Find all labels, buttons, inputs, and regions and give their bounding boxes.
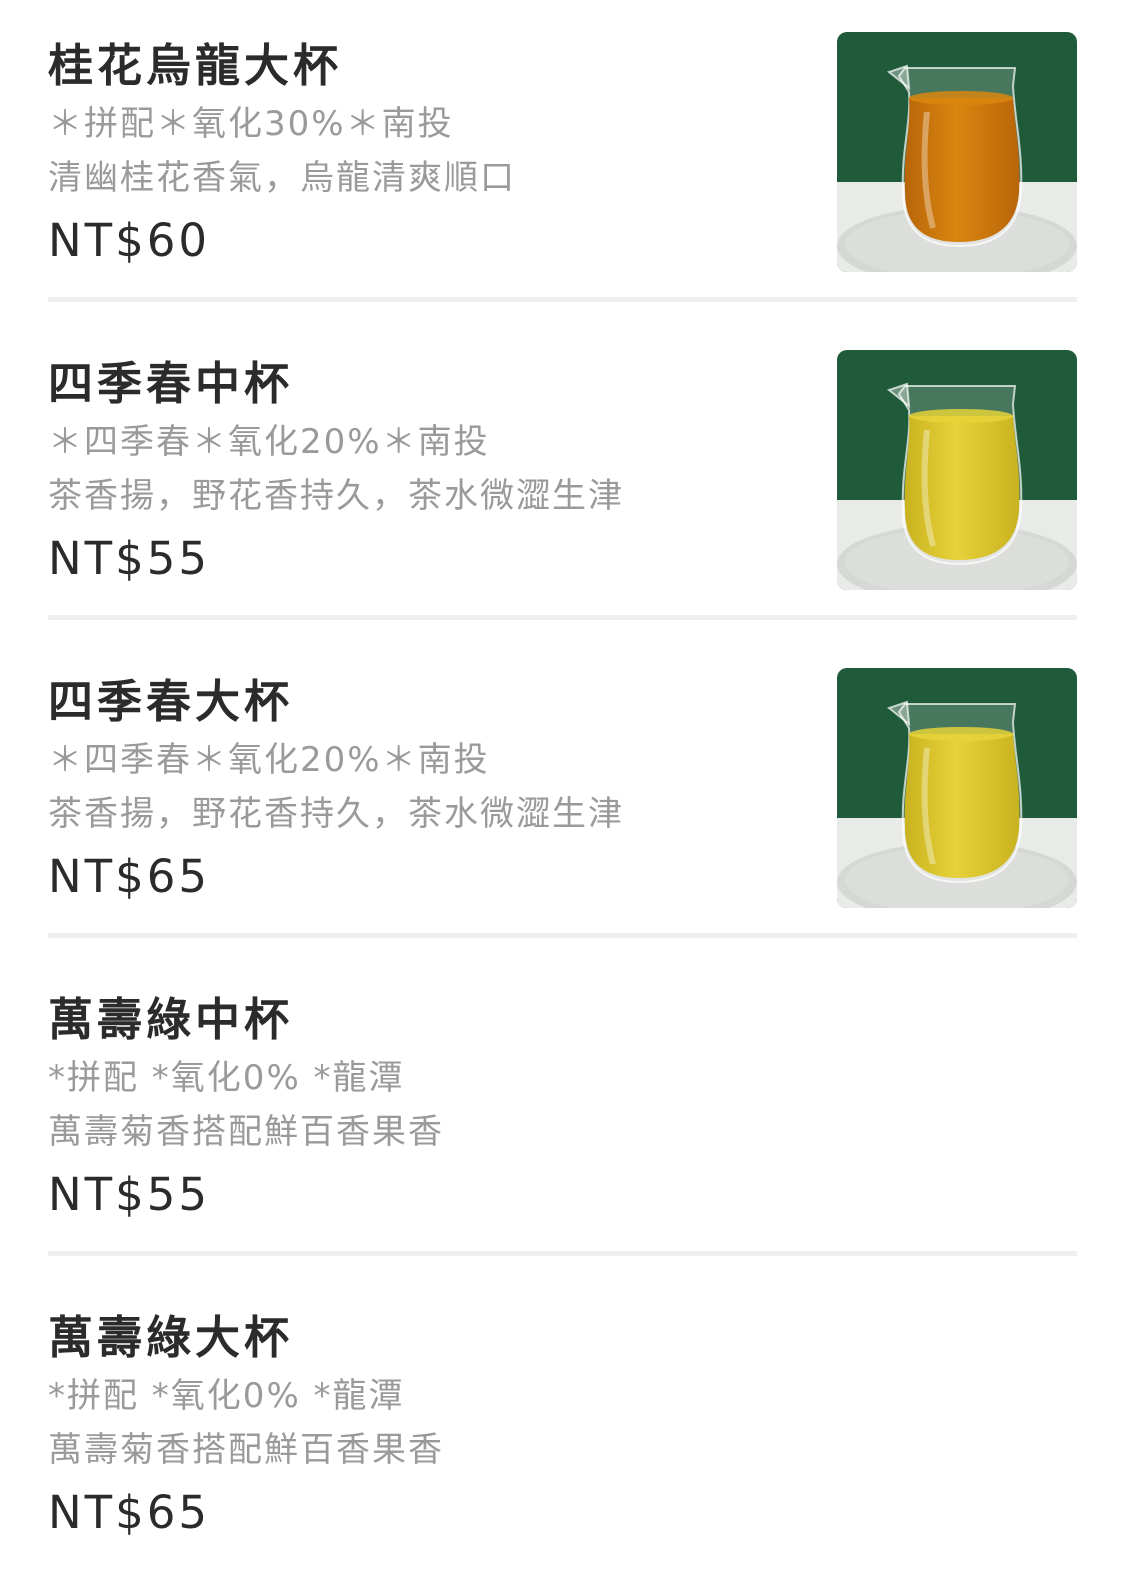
menu-item-name: 萬壽綠大杯: [48, 1311, 294, 1364]
menu-item-text: 四季春中杯 ＊四季春＊氧化20%＊南投 茶香揚，野花香持久，茶水微澀生津 NT$…: [48, 354, 808, 590]
menu-item-description: 萬壽菊香搭配鮮百香果香: [48, 1112, 444, 1152]
menu-item-name: 四季春中杯: [48, 357, 294, 410]
menu-list: 桂花烏龍大杯 ＊拼配＊氧化30%＊南投 清幽桂花香氣，烏龍清爽順口 NT$60 …: [0, 0, 1125, 1590]
menu-item-photo[interactable]: [837, 668, 1077, 908]
menu-item[interactable]: 四季春大杯 ＊四季春＊氧化20%＊南投 茶香揚，野花香持久，茶水微澀生津 NT$…: [0, 636, 1125, 954]
menu-item-photo[interactable]: [837, 32, 1077, 272]
menu-item-description: 清幽桂花香氣，烏龍清爽順口: [48, 158, 516, 198]
menu-item[interactable]: 萬壽綠大杯 *拼配 *氧化0% *龍潭 萬壽菊香搭配鮮百香果香 NT$65: [0, 1272, 1125, 1590]
divider: [48, 933, 1077, 938]
menu-item-photo[interactable]: [837, 350, 1077, 590]
divider: [48, 615, 1077, 620]
tea-pitcher-photo: [837, 668, 1077, 908]
menu-item-name: 桂花烏龍大杯: [48, 39, 343, 92]
menu-item[interactable]: 四季春中杯 ＊四季春＊氧化20%＊南投 茶香揚，野花香持久，茶水微澀生津 NT$…: [0, 318, 1125, 636]
menu-item-name: 萬壽綠中杯: [48, 993, 294, 1046]
menu-item-price: NT$65: [48, 1486, 211, 1539]
menu-item-description: 茶香揚，野花香持久，茶水微澀生津: [48, 794, 624, 834]
menu-item-price: NT$55: [48, 532, 211, 585]
menu-item-spec: ＊四季春＊氧化20%＊南投: [48, 422, 490, 462]
tea-pitcher-photo: [837, 32, 1077, 272]
tea-pitcher-photo: [837, 350, 1077, 590]
divider: [48, 1251, 1077, 1256]
menu-item-description: 茶香揚，野花香持久，茶水微澀生津: [48, 476, 624, 516]
menu-item-price: NT$55: [48, 1168, 211, 1221]
divider: [48, 297, 1077, 302]
menu-item-text: 四季春大杯 ＊四季春＊氧化20%＊南投 茶香揚，野花香持久，茶水微澀生津 NT$…: [48, 672, 808, 908]
menu-item-text: 萬壽綠中杯 *拼配 *氧化0% *龍潭 萬壽菊香搭配鮮百香果香 NT$55: [48, 990, 808, 1226]
menu-item-spec: *拼配 *氧化0% *龍潭: [48, 1058, 405, 1098]
menu-item-description: 萬壽菊香搭配鮮百香果香: [48, 1430, 444, 1470]
menu-item-spec: ＊四季春＊氧化20%＊南投: [48, 740, 490, 780]
menu-item[interactable]: 萬壽綠中杯 *拼配 *氧化0% *龍潭 萬壽菊香搭配鮮百香果香 NT$55: [0, 954, 1125, 1272]
menu-item-price: NT$60: [48, 214, 211, 267]
menu-item-price: NT$65: [48, 850, 211, 903]
menu-item-text: 桂花烏龍大杯 ＊拼配＊氧化30%＊南投 清幽桂花香氣，烏龍清爽順口 NT$60: [48, 36, 808, 272]
menu-item-spec: ＊拼配＊氧化30%＊南投: [48, 104, 454, 144]
menu-item-text: 萬壽綠大杯 *拼配 *氧化0% *龍潭 萬壽菊香搭配鮮百香果香 NT$65: [48, 1308, 808, 1544]
menu-item-spec: *拼配 *氧化0% *龍潭: [48, 1376, 405, 1416]
menu-item-name: 四季春大杯: [48, 675, 294, 728]
menu-item[interactable]: 桂花烏龍大杯 ＊拼配＊氧化30%＊南投 清幽桂花香氣，烏龍清爽順口 NT$60: [0, 0, 1125, 318]
